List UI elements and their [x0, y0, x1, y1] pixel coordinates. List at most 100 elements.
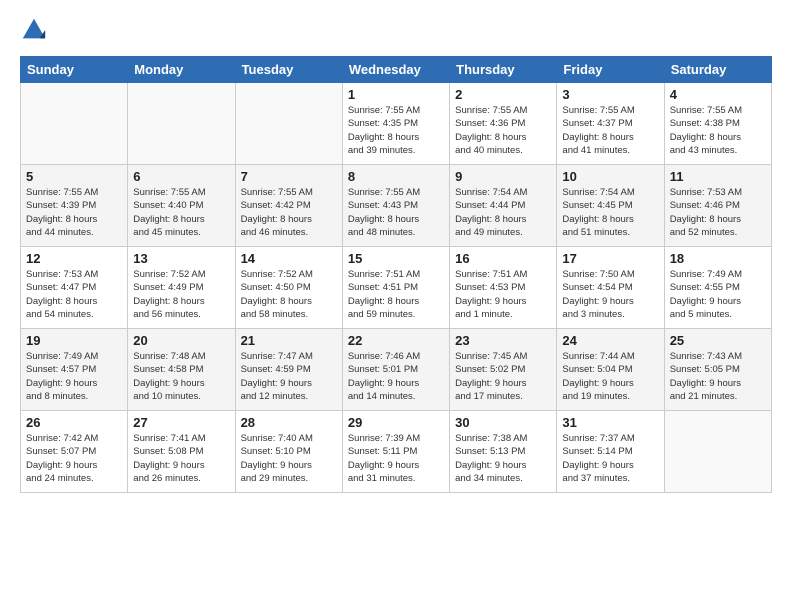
weekday-header-monday: Monday	[128, 57, 235, 83]
weekday-header-tuesday: Tuesday	[235, 57, 342, 83]
calendar-cell: 11 Sunrise: 7:53 AM Sunset: 4:46 PM Dayli…	[664, 165, 771, 247]
day-info: Sunrise: 7:45 AM Sunset: 5:02 PM Dayligh…	[455, 350, 551, 403]
day-info: Sunrise: 7:55 AM Sunset: 4:42 PM Dayligh…	[241, 186, 337, 239]
day-info: Sunrise: 7:40 AM Sunset: 5:10 PM Dayligh…	[241, 432, 337, 485]
calendar-cell	[664, 411, 771, 493]
day-info: Sunrise: 7:52 AM Sunset: 4:49 PM Dayligh…	[133, 268, 229, 321]
day-number: 22	[348, 333, 444, 348]
calendar-cell: 22 Sunrise: 7:46 AM Sunset: 5:01 PM Dayli…	[342, 329, 449, 411]
week-row-3: 12Sunrise: 7:53 AM Sunset: 4:47 PM Dayli…	[21, 247, 772, 329]
day-number: 21	[241, 333, 337, 348]
day-number: 13	[133, 251, 229, 266]
day-info: Sunrise: 7:38 AM Sunset: 5:13 PM Dayligh…	[455, 432, 551, 485]
day-number: 14	[241, 251, 337, 266]
calendar-cell: 12Sunrise: 7:53 AM Sunset: 4:47 PM Dayli…	[21, 247, 128, 329]
day-info: Sunrise: 7:55 AM Sunset: 4:43 PM Dayligh…	[348, 186, 444, 239]
calendar-cell: 7 Sunrise: 7:55 AM Sunset: 4:42 PM Daylig…	[235, 165, 342, 247]
day-number: 16	[455, 251, 551, 266]
calendar-cell: 18 Sunrise: 7:49 AM Sunset: 4:55 PM Dayli…	[664, 247, 771, 329]
weekday-header-friday: Friday	[557, 57, 664, 83]
calendar-cell: 30 Sunrise: 7:38 AM Sunset: 5:13 PM Dayli…	[450, 411, 557, 493]
calendar-cell	[128, 83, 235, 165]
day-info: Sunrise: 7:55 AM Sunset: 4:37 PM Dayligh…	[562, 104, 658, 157]
week-row-2: 5 Sunrise: 7:55 AM Sunset: 4:39 PM Daylig…	[21, 165, 772, 247]
day-number: 7	[241, 169, 337, 184]
day-number: 4	[670, 87, 766, 102]
week-row-1: 1 Sunrise: 7:55 AM Sunset: 4:35 PM Daylig…	[21, 83, 772, 165]
calendar-cell: 14Sunrise: 7:52 AM Sunset: 4:50 PM Dayli…	[235, 247, 342, 329]
calendar-cell: 8 Sunrise: 7:55 AM Sunset: 4:43 PM Daylig…	[342, 165, 449, 247]
day-info: Sunrise: 7:44 AM Sunset: 5:04 PM Dayligh…	[562, 350, 658, 403]
header	[20, 16, 772, 44]
calendar-cell: 31 Sunrise: 7:37 AM Sunset: 5:14 PM Dayli…	[557, 411, 664, 493]
day-number: 26	[26, 415, 122, 430]
calendar-cell: 1 Sunrise: 7:55 AM Sunset: 4:35 PM Daylig…	[342, 83, 449, 165]
day-number: 6	[133, 169, 229, 184]
day-info: Sunrise: 7:55 AM Sunset: 4:38 PM Dayligh…	[670, 104, 766, 157]
weekday-header-sunday: Sunday	[21, 57, 128, 83]
day-number: 9	[455, 169, 551, 184]
day-number: 31	[562, 415, 658, 430]
weekday-header-thursday: Thursday	[450, 57, 557, 83]
day-info: Sunrise: 7:48 AM Sunset: 4:58 PM Dayligh…	[133, 350, 229, 403]
calendar-cell: 9 Sunrise: 7:54 AM Sunset: 4:44 PM Daylig…	[450, 165, 557, 247]
day-number: 3	[562, 87, 658, 102]
day-number: 30	[455, 415, 551, 430]
day-info: Sunrise: 7:41 AM Sunset: 5:08 PM Dayligh…	[133, 432, 229, 485]
day-number: 25	[670, 333, 766, 348]
calendar-cell: 26Sunrise: 7:42 AM Sunset: 5:07 PM Dayli…	[21, 411, 128, 493]
day-number: 5	[26, 169, 122, 184]
day-info: Sunrise: 7:46 AM Sunset: 5:01 PM Dayligh…	[348, 350, 444, 403]
day-number: 10	[562, 169, 658, 184]
day-info: Sunrise: 7:47 AM Sunset: 4:59 PM Dayligh…	[241, 350, 337, 403]
day-info: Sunrise: 7:55 AM Sunset: 4:36 PM Dayligh…	[455, 104, 551, 157]
calendar-cell: 10Sunrise: 7:54 AM Sunset: 4:45 PM Dayli…	[557, 165, 664, 247]
calendar-cell: 27 Sunrise: 7:41 AM Sunset: 5:08 PM Dayli…	[128, 411, 235, 493]
day-number: 18	[670, 251, 766, 266]
day-info: Sunrise: 7:50 AM Sunset: 4:54 PM Dayligh…	[562, 268, 658, 321]
calendar-cell: 25 Sunrise: 7:43 AM Sunset: 5:05 PM Dayli…	[664, 329, 771, 411]
calendar-cell: 21 Sunrise: 7:47 AM Sunset: 4:59 PM Dayli…	[235, 329, 342, 411]
day-info: Sunrise: 7:37 AM Sunset: 5:14 PM Dayligh…	[562, 432, 658, 485]
day-number: 8	[348, 169, 444, 184]
calendar-cell: 2Sunrise: 7:55 AM Sunset: 4:36 PM Daylig…	[450, 83, 557, 165]
calendar-cell: 13 Sunrise: 7:52 AM Sunset: 4:49 PM Dayli…	[128, 247, 235, 329]
day-number: 15	[348, 251, 444, 266]
day-number: 1	[348, 87, 444, 102]
day-number: 12	[26, 251, 122, 266]
logo	[20, 16, 52, 44]
day-number: 20	[133, 333, 229, 348]
calendar-cell: 6 Sunrise: 7:55 AM Sunset: 4:40 PM Daylig…	[128, 165, 235, 247]
day-number: 23	[455, 333, 551, 348]
day-number: 24	[562, 333, 658, 348]
day-number: 11	[670, 169, 766, 184]
calendar-cell: 28 Sunrise: 7:40 AM Sunset: 5:10 PM Dayli…	[235, 411, 342, 493]
day-info: Sunrise: 7:54 AM Sunset: 4:44 PM Dayligh…	[455, 186, 551, 239]
calendar-cell: 3 Sunrise: 7:55 AM Sunset: 4:37 PM Daylig…	[557, 83, 664, 165]
day-number: 28	[241, 415, 337, 430]
day-info: Sunrise: 7:55 AM Sunset: 4:40 PM Dayligh…	[133, 186, 229, 239]
calendar-cell: 4 Sunrise: 7:55 AM Sunset: 4:38 PM Daylig…	[664, 83, 771, 165]
calendar-cell: 16 Sunrise: 7:51 AM Sunset: 4:53 PM Dayli…	[450, 247, 557, 329]
calendar-cell	[21, 83, 128, 165]
day-info: Sunrise: 7:55 AM Sunset: 4:35 PM Dayligh…	[348, 104, 444, 157]
calendar-cell: 20 Sunrise: 7:48 AM Sunset: 4:58 PM Dayli…	[128, 329, 235, 411]
calendar-cell: 15 Sunrise: 7:51 AM Sunset: 4:51 PM Dayli…	[342, 247, 449, 329]
logo-icon	[20, 16, 48, 44]
calendar-cell: 23 Sunrise: 7:45 AM Sunset: 5:02 PM Dayli…	[450, 329, 557, 411]
day-info: Sunrise: 7:43 AM Sunset: 5:05 PM Dayligh…	[670, 350, 766, 403]
day-number: 27	[133, 415, 229, 430]
calendar: SundayMondayTuesdayWednesdayThursdayFrid…	[20, 56, 772, 493]
page: SundayMondayTuesdayWednesdayThursdayFrid…	[0, 0, 792, 612]
day-info: Sunrise: 7:51 AM Sunset: 4:53 PM Dayligh…	[455, 268, 551, 321]
calendar-cell: 29Sunrise: 7:39 AM Sunset: 5:11 PM Dayli…	[342, 411, 449, 493]
calendar-cell	[235, 83, 342, 165]
weekday-header-saturday: Saturday	[664, 57, 771, 83]
calendar-cell: 19Sunrise: 7:49 AM Sunset: 4:57 PM Dayli…	[21, 329, 128, 411]
calendar-cell: 17 Sunrise: 7:50 AM Sunset: 4:54 PM Dayli…	[557, 247, 664, 329]
day-info: Sunrise: 7:53 AM Sunset: 4:46 PM Dayligh…	[670, 186, 766, 239]
day-info: Sunrise: 7:49 AM Sunset: 4:55 PM Dayligh…	[670, 268, 766, 321]
day-info: Sunrise: 7:55 AM Sunset: 4:39 PM Dayligh…	[26, 186, 122, 239]
day-info: Sunrise: 7:51 AM Sunset: 4:51 PM Dayligh…	[348, 268, 444, 321]
day-number: 17	[562, 251, 658, 266]
